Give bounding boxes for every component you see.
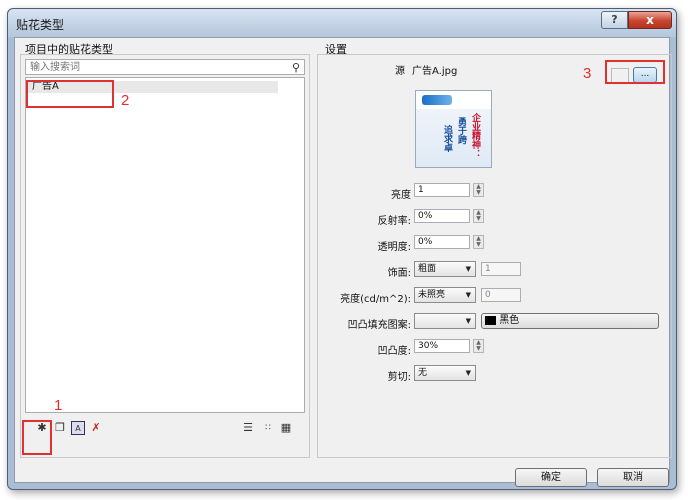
company-logo-icon	[422, 95, 452, 105]
decal-list-panel: ⚲ 广告A ✱ ❐ A ✗ ☰ ∷ ▦	[20, 54, 310, 458]
cutout-label: 剪切:	[387, 372, 411, 383]
finish-number-input[interactable]: 1	[481, 262, 521, 276]
annotation-number-1: 1	[54, 397, 63, 414]
small-icons-view-icon[interactable]: ∷	[261, 421, 275, 435]
reflectivity-spinner[interactable]: ▲ ▼	[473, 209, 484, 223]
decal-type-list[interactable]: 广告A	[25, 77, 305, 413]
ok-button[interactable]: 确定	[515, 468, 587, 487]
chevron-down-icon: ▼	[465, 291, 471, 299]
list-view-icon[interactable]: ☰	[241, 421, 255, 435]
luminance-select[interactable]: 未照亮 ▼	[414, 287, 476, 303]
search-icon[interactable]: ⚲	[292, 61, 300, 74]
cutout-select[interactable]: 无 ▼	[414, 365, 476, 381]
luminance-number-input[interactable]: 0	[481, 288, 521, 302]
brightness-spinner[interactable]: ▲ ▼	[473, 183, 484, 197]
annotation-box-3	[605, 60, 665, 84]
delete-icon[interactable]: ✗	[89, 421, 103, 435]
duplicate-icon[interactable]: ❐	[53, 421, 67, 435]
rename-icon[interactable]: A	[71, 421, 85, 435]
reflectivity-input[interactable]: 0%	[414, 209, 470, 223]
settings-panel	[317, 54, 672, 458]
search-input[interactable]	[26, 60, 278, 75]
title-bar: 贴花类型 ? x	[8, 9, 676, 37]
finish-select[interactable]: 粗面 ▼	[414, 261, 476, 277]
bump-amount-label: 凹凸度:	[377, 346, 411, 357]
luminance-label: 亮度(cd/m^2):	[340, 294, 411, 305]
source-label: 源	[395, 66, 405, 77]
bump-pattern-label: 凹凸填充图案:	[347, 320, 411, 331]
help-button[interactable]: ?	[601, 11, 628, 29]
bump-amount-spinner[interactable]: ▲ ▼	[473, 339, 484, 353]
chevron-down-icon: ▼	[465, 317, 471, 325]
large-icons-view-icon[interactable]: ▦	[279, 421, 293, 435]
annotation-box-2	[26, 80, 114, 108]
annotation-number-2: 2	[121, 92, 130, 109]
decal-preview-image: 企业精神： 勇于跨 追求卓	[415, 90, 492, 168]
annotation-number-3: 3	[583, 65, 592, 82]
reflectivity-label: 反射率:	[377, 216, 411, 227]
brightness-input[interactable]: 1	[414, 183, 470, 197]
transparency-spinner[interactable]: ▲ ▼	[473, 235, 484, 249]
bump-color-button[interactable]: 黑色	[481, 313, 659, 329]
chevron-down-icon: ▼	[465, 265, 471, 273]
bump-pattern-select[interactable]: ▼	[414, 313, 476, 329]
transparency-label: 透明度:	[377, 242, 411, 253]
bump-amount-input[interactable]: 30%	[414, 339, 470, 353]
finish-label: 饰面:	[387, 268, 411, 279]
source-value: 广告A.jpg	[412, 66, 458, 77]
chevron-down-icon: ▼	[465, 369, 471, 377]
cancel-button[interactable]: 取消	[597, 468, 669, 487]
window-title: 贴花类型	[16, 18, 65, 32]
transparency-input[interactable]: 0%	[414, 235, 470, 249]
close-button[interactable]: x	[628, 11, 672, 29]
brightness-label: 亮度	[391, 190, 411, 201]
search-box[interactable]: ⚲	[25, 59, 305, 75]
annotation-box-1	[22, 420, 52, 455]
color-swatch	[485, 315, 496, 325]
